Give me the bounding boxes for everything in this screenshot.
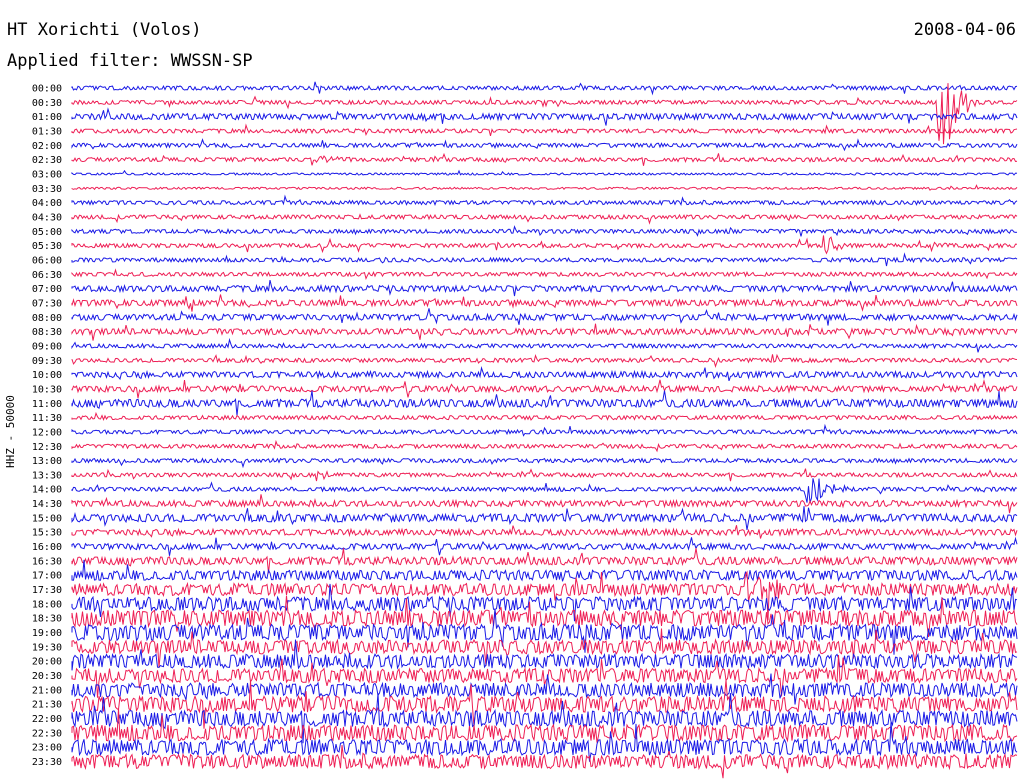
- time-label-1030: 10:30: [32, 384, 62, 395]
- time-label-0930: 09:30: [32, 356, 62, 367]
- time-label-2230: 22:30: [32, 728, 62, 739]
- trace-1000: [71, 366, 1018, 382]
- time-labels: 00:00 00:30 01:00 01:30 02:00 02:30 03:00 03:30…: [32, 84, 62, 769]
- trace-1530: [71, 525, 1018, 539]
- trace-0300: [71, 169, 1018, 176]
- trace-1400: [71, 478, 1018, 503]
- trace-0430: [71, 213, 1018, 225]
- trace-1230: [71, 439, 1018, 453]
- time-label-2000: 20:00: [32, 657, 62, 668]
- trace-0700: [71, 279, 1018, 297]
- time-label-0430: 04:30: [32, 212, 62, 223]
- time-label-1530: 15:30: [32, 528, 62, 539]
- trace-0500: [71, 225, 1018, 237]
- trace-0830: [71, 323, 1018, 341]
- time-label-1700: 17:00: [32, 571, 62, 582]
- time-label-0100: 01:00: [32, 112, 62, 123]
- trace-0900: [71, 337, 1018, 353]
- time-label-2030: 20:30: [32, 671, 62, 682]
- trace-0000: [71, 81, 1018, 96]
- time-label-0300: 03:00: [32, 169, 62, 180]
- trace-0330: [71, 184, 1018, 191]
- time-label-0330: 03:30: [32, 184, 62, 195]
- time-label-1900: 19:00: [32, 628, 62, 639]
- time-label-0000: 00:00: [32, 84, 62, 95]
- trace-1630: [71, 548, 1018, 574]
- time-label-1430: 14:30: [32, 499, 62, 510]
- time-label-1930: 19:30: [32, 642, 62, 653]
- time-label-0130: 01:30: [32, 126, 62, 137]
- trace-1300: [71, 457, 1018, 469]
- trace-1730: [71, 570, 1018, 621]
- time-label-2200: 22:00: [32, 714, 62, 725]
- time-label-0530: 05:30: [32, 241, 62, 252]
- time-label-1800: 18:00: [32, 599, 62, 610]
- trace-0100: [71, 107, 1018, 126]
- trace-1600: [71, 536, 1018, 556]
- trace-1030: [71, 379, 1018, 399]
- time-label-1600: 16:00: [32, 542, 62, 553]
- trace-0130: [71, 123, 1018, 137]
- trace-0630: [71, 268, 1018, 280]
- time-label-1400: 14:00: [32, 485, 62, 496]
- seismic-traces: [71, 81, 1018, 779]
- trace-0530: [71, 235, 1018, 255]
- time-label-0030: 00:30: [32, 98, 62, 109]
- time-label-2100: 21:00: [32, 685, 62, 696]
- time-label-1500: 15:00: [32, 513, 62, 524]
- time-label-0200: 02:00: [32, 141, 62, 152]
- time-label-1100: 11:00: [32, 399, 62, 410]
- trace-0800: [71, 308, 1018, 326]
- trace-0400: [71, 194, 1018, 206]
- time-label-0600: 06:00: [32, 255, 62, 266]
- time-label-1000: 10:00: [32, 370, 62, 381]
- time-label-1630: 16:30: [32, 556, 62, 567]
- trace-1430: [71, 494, 1018, 514]
- time-label-2300: 23:00: [32, 743, 62, 754]
- time-label-0800: 08:00: [32, 313, 62, 324]
- time-label-1330: 13:30: [32, 470, 62, 481]
- trace-0930: [71, 353, 1018, 368]
- time-label-1200: 12:00: [32, 427, 62, 438]
- time-label-0830: 08:30: [32, 327, 62, 338]
- time-label-0700: 07:00: [32, 284, 62, 295]
- time-label-2330: 23:30: [32, 757, 62, 768]
- time-label-0730: 07:30: [32, 298, 62, 309]
- time-label-0630: 06:30: [32, 270, 62, 281]
- trace-0200: [71, 138, 1018, 152]
- trace-1130: [71, 411, 1018, 421]
- trace-2200: [71, 693, 1018, 744]
- trace-1200: [71, 423, 1018, 437]
- time-label-1230: 12:30: [32, 442, 62, 453]
- time-label-1830: 18:30: [32, 614, 62, 625]
- time-label-0900: 09:00: [32, 341, 62, 352]
- time-label-1130: 11:30: [32, 413, 62, 424]
- time-label-0500: 05:00: [32, 227, 62, 238]
- trace-1800: [71, 583, 1018, 622]
- time-label-1300: 13:00: [32, 456, 62, 467]
- trace-1100: [71, 390, 1018, 416]
- trace-0730: [71, 294, 1018, 312]
- time-label-1730: 17:30: [32, 585, 62, 596]
- time-label-0230: 02:30: [32, 155, 62, 166]
- time-label-0400: 04:00: [32, 198, 62, 209]
- trace-1500: [71, 506, 1018, 530]
- trace-1330: [71, 468, 1018, 482]
- seismogram-plot: 00:00 00:30 01:00 01:30 02:00 02:30 03:00 03:30…: [32, 81, 1018, 779]
- trace-0600: [71, 252, 1018, 267]
- time-label-2130: 21:30: [32, 700, 62, 711]
- trace-2330: [71, 745, 1018, 779]
- trace-0230: [71, 152, 1018, 166]
